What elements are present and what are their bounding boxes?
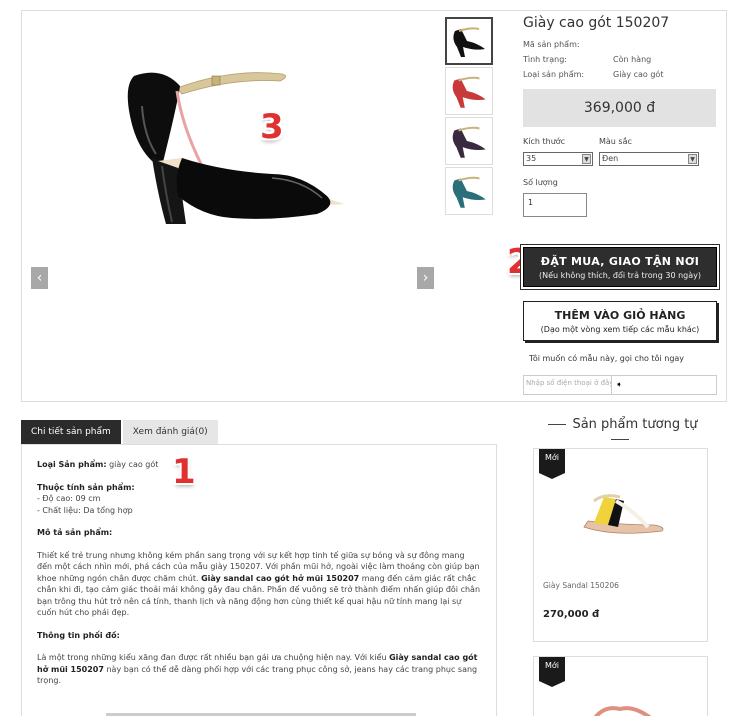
quantity-label: Số lượng [523,178,558,187]
color-label: Màu sắc [599,137,632,146]
size-option: Kích thước 35 ▼ [523,137,593,166]
desc-type-label: Loại Sản phẩm: [37,460,107,469]
description-paragraph: Thiết kế trẻ trung nhưng không kém phần … [37,550,481,619]
new-badge: Mới [539,449,565,479]
divider [611,439,629,440]
next-image-button[interactable]: › [417,267,434,289]
add-to-cart-label: THÊM VÀO GIỎ HÀNG [554,309,686,322]
chevron-down-icon: ▼ [688,154,697,164]
add-to-cart-button[interactable]: THÊM VÀO GIỎ HÀNG (Dạo một vòng xem tiếp… [523,301,717,341]
buy-now-button[interactable]: ĐẶT MUA, GIAO TẬN NƠI (Nếu không thích, … [523,247,717,287]
annotation-badge-1: 1 [172,452,196,492]
product-title: Giày cao gót 150207 [523,15,670,31]
type-value: Giày cao gót [613,70,664,79]
product-card-name[interactable]: Giày Sandal 150206 [543,581,619,590]
thumbnail-purple[interactable] [445,117,493,165]
main-product-image [122,46,352,236]
color-option: Màu sắc Đen ▼ [599,137,699,166]
attribute-material: - Chất liệu: Da tổng hợp [37,505,133,515]
color-select[interactable]: Đen ▼ [599,152,699,166]
options-row: Kích thước 35 ▼ Màu sắc Đen ▼ [523,137,723,166]
callback-form: Nhập số điện thoại ở đây ➧ [523,375,717,395]
type-label: Loại sản phẩm: [523,70,585,79]
attributes-title: Thuộc tính sản phẩm: [37,482,135,492]
size-value: 35 [526,154,537,163]
attributes-block: Thuộc tính sản phẩm: - Độ cao: 09 cm - C… [37,482,481,517]
thumbnail-red[interactable] [445,67,493,115]
product-panel: 3 ‹ › Giày cao gót 150207 Mã sản phẩm: T… [21,10,727,402]
price-box: 369,000 đ [523,89,716,127]
info-row-type: Loại sản phẩm: Giày cao gót [523,67,723,82]
submit-arrow-icon[interactable]: ➧ [612,376,626,394]
size-select[interactable]: 35 ▼ [523,152,593,166]
product-card-image [593,706,652,716]
thumbnail-black[interactable] [445,17,493,65]
desc-type-value: giày cao gót [109,460,159,469]
info-row-sku: Mã sản phẩm: [523,37,723,52]
thumbnail-list [445,17,493,217]
mix-text-2: này bạn có thể dễ dàng phối hợp với các … [37,664,478,686]
size-label: Kích thước [523,137,566,146]
callback-text: Tôi muốn có mẫu này, gọi cho tôi ngay [529,354,685,363]
mix-paragraph: Là một trong những kiểu xăng đan được rấ… [37,652,481,687]
tab-product-details[interactable]: Chi tiết sản phẩm [21,420,121,444]
prev-image-button[interactable]: ‹ [31,267,48,289]
product-card-price: 270,000 đ [543,609,600,620]
detail-tabs: Chi tiết sản phẩm Xem đánh giá(0) [21,420,218,444]
chevron-down-icon: ▼ [582,154,591,164]
new-badge: Mới [539,657,565,687]
status-label: Tình trạng: [523,55,567,64]
attribute-height: - Độ cao: 09 cm [37,494,101,503]
status-value: Còn hàng [613,55,652,64]
desc-text-bold: Giày sandal cao gót hở mũi 150207 [201,573,360,583]
quantity-input[interactable]: 1 [523,193,587,217]
buy-now-sublabel: (Nếu không thích, đổi trả trong 30 ngày) [539,271,701,280]
product-card-image [583,494,664,534]
tab-reviews[interactable]: Xem đánh giá(0) [122,420,218,444]
product-description: Loại Sản phẩm: giày cao gót Thuộc tính s… [21,444,497,716]
sku-label: Mã sản phẩm: [523,40,580,49]
phone-input[interactable]: Nhập số điện thoại ở đây [524,376,612,394]
similar-products-heading: Sản phẩm tương tự [530,417,710,447]
mix-title-block: Thông tin phối đồ: [37,630,481,642]
thumbnail-teal[interactable] [445,167,493,215]
similar-title: Sản phẩm tương tự [572,417,698,432]
mix-title: Thông tin phối đồ: [37,630,120,640]
product-info: Giày cao gót 150207 Mã sản phẩm: Tình tr… [523,15,723,217]
description-title: Mô tả sản phẩm: [37,528,113,537]
divider [548,424,567,425]
annotation-badge-3: 3 [260,107,284,147]
color-value: Đen [602,154,619,163]
add-to-cart-sublabel: (Dạo một vòng xem tiếp các mẫu khác) [540,325,700,334]
product-type-line: Loại Sản phẩm: giày cao gót [37,459,481,471]
info-row-status: Tình trạng: Còn hàng [523,52,723,67]
product-card[interactable]: Mới Giày Sandal 150206 270,000 đ [533,448,708,642]
mix-text-1: Là một trong những kiểu xăng đan được rấ… [37,653,387,662]
product-card[interactable]: Mới [533,656,708,716]
buy-now-label: ĐẶT MUA, GIAO TẬN NƠI [540,255,700,268]
description-title-block: Mô tả sản phẩm: [37,527,481,539]
